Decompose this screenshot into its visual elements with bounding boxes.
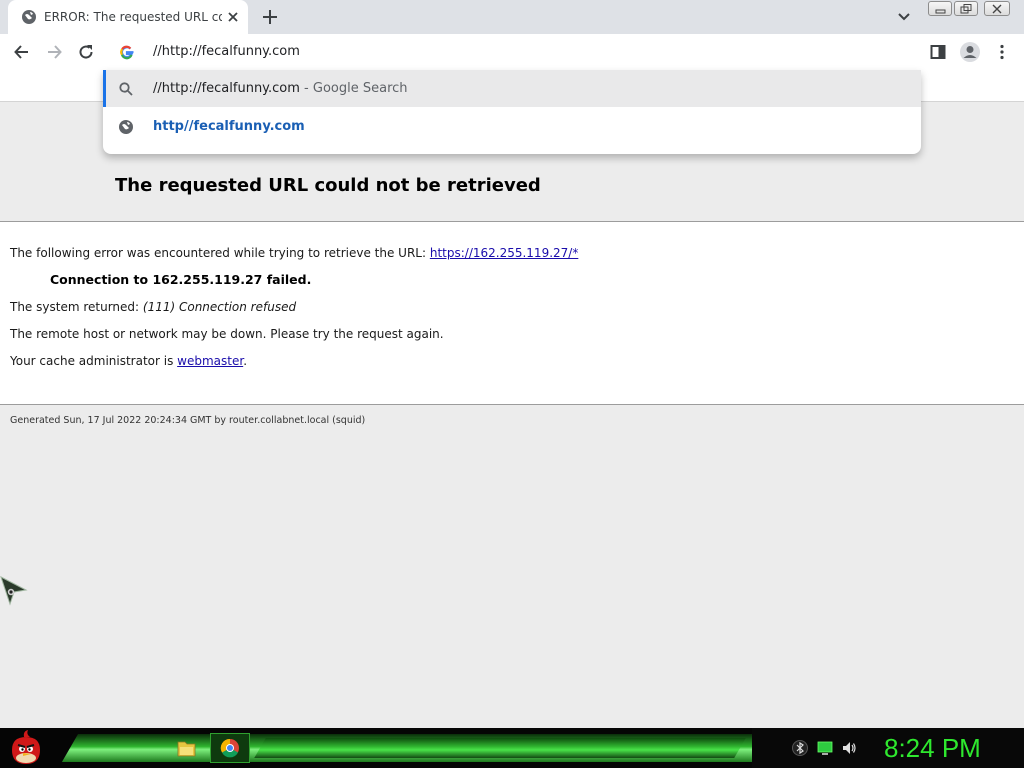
arrow-left-icon[interactable] (10, 40, 34, 64)
arrow-right-icon[interactable] (42, 40, 66, 64)
error-body: The following error was encountered whil… (0, 222, 1024, 405)
remote-host-text: The remote host or network may be down. … (10, 327, 444, 341)
tab-title: ERROR: The requested URL could not be re… (44, 10, 222, 24)
bluetooth-icon[interactable] (792, 740, 808, 756)
close-icon[interactable] (224, 8, 242, 26)
chevron-down-icon[interactable] (894, 8, 914, 26)
plus-icon[interactable] (258, 5, 282, 29)
reload-icon[interactable] (74, 40, 98, 64)
omnibox-suggestions: //http://fecalfunny.com - Google Search … (103, 70, 921, 154)
restore-icon[interactable] (954, 1, 978, 16)
browser-toolbar: //http://fecalfunny.com (0, 34, 1024, 70)
profile-icon[interactable] (958, 40, 982, 64)
volume-icon[interactable] (841, 740, 857, 756)
google-icon (118, 43, 136, 61)
taskbar: 8:24 PM (0, 728, 1024, 768)
page-title: The requested URL could not be retrieved (115, 175, 541, 196)
desktop-screen: ERROR: The requested URL could not be re… (0, 0, 1024, 768)
webmaster-link[interactable]: webmaster (177, 354, 243, 368)
system-returned-text: The system returned: (111) Connection re… (10, 300, 297, 314)
kebab-menu-icon[interactable] (990, 40, 1014, 64)
suggestion-url[interactable]: http//fecalfunny.com (103, 108, 921, 145)
globe-icon (118, 119, 134, 135)
chrome-icon[interactable] (210, 733, 250, 763)
connection-failed-text: Connection to 162.255.119.27 failed. (50, 272, 312, 287)
address-input[interactable]: //http://fecalfunny.com (153, 44, 300, 60)
minimize-icon[interactable] (928, 1, 952, 16)
suggestion-text: http//fecalfunny.com (153, 119, 305, 134)
search-icon (118, 81, 134, 97)
network-icon[interactable] (817, 740, 833, 756)
generated-footer: Generated Sun, 17 Jul 2022 20:24:34 GMT … (10, 415, 366, 426)
close-icon[interactable] (984, 1, 1010, 16)
tab-strip: ERROR: The requested URL could not be re… (0, 0, 1024, 34)
cache-admin-text: Your cache administrator is webmaster. (10, 354, 248, 368)
cursor-icon (0, 575, 28, 606)
taskbar-clock[interactable]: 8:24 PM (884, 732, 1014, 764)
url-link[interactable]: https://162.255.119.27/* (430, 246, 578, 260)
angry-bird-icon[interactable] (6, 728, 50, 768)
suggestion-google-search[interactable]: //http://fecalfunny.com - Google Search (103, 70, 921, 107)
globe-icon (21, 9, 37, 25)
side-panel-icon[interactable] (926, 40, 950, 64)
error-intro: The following error was encountered whil… (10, 246, 579, 260)
file-manager-icon[interactable] (166, 733, 206, 763)
omnibox[interactable]: //http://fecalfunny.com (103, 34, 921, 70)
suggestion-text: //http://fecalfunny.com - Google Search (153, 81, 408, 96)
tab-error-page[interactable]: ERROR: The requested URL could not be re… (8, 0, 248, 34)
taskbar-glow (254, 738, 746, 758)
error-page: The requested URL could not be retrieved… (0, 103, 1024, 728)
